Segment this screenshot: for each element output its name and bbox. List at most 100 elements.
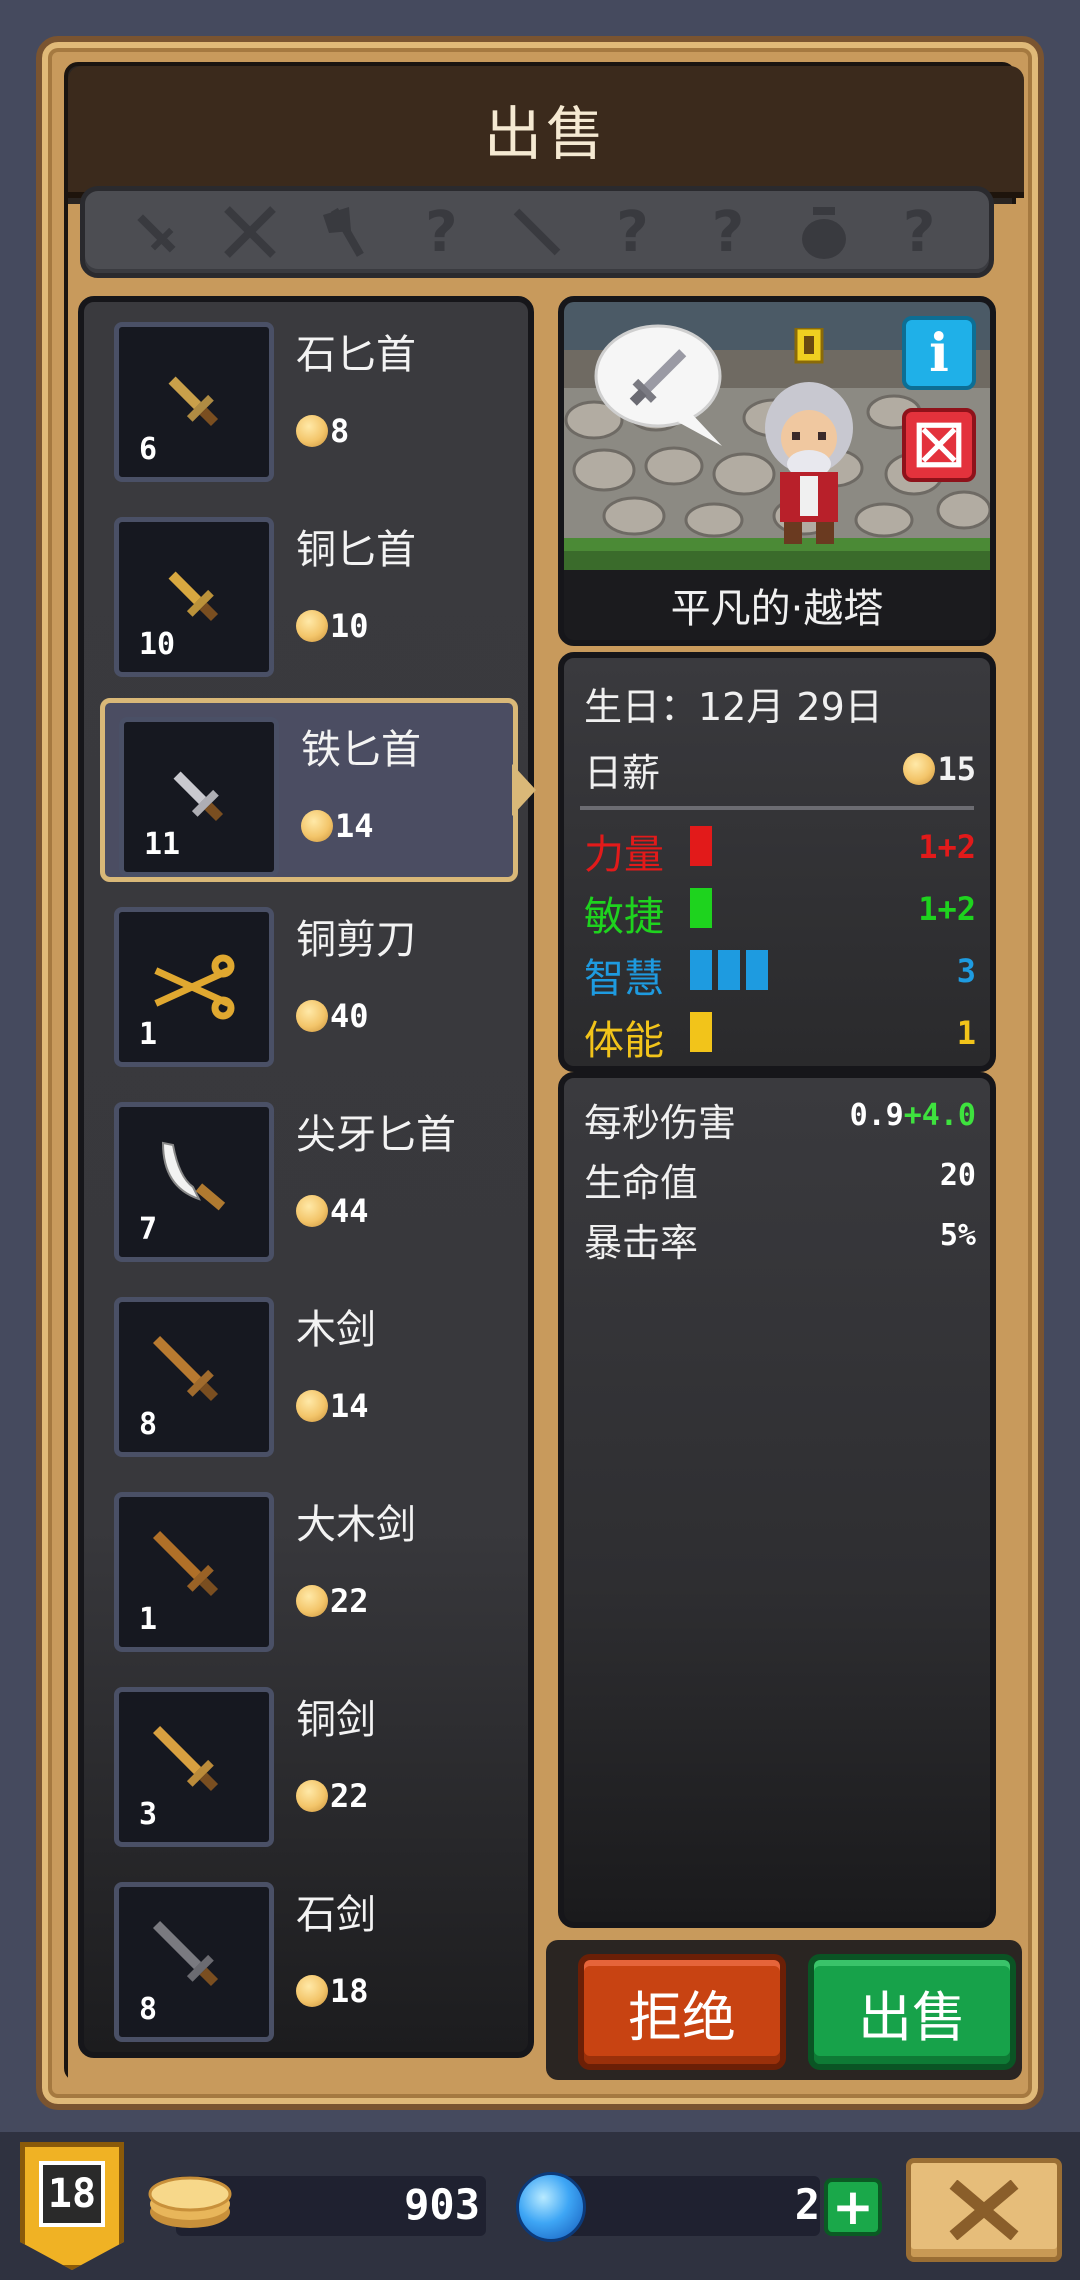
gold-coins-icon <box>148 2176 232 2228</box>
coin-icon <box>296 1975 328 2007</box>
attribute-bar-segment <box>690 826 712 866</box>
sword-icon <box>152 1335 219 1402</box>
stats-divider <box>580 806 974 810</box>
item-name: 木剑 <box>296 1307 376 1353</box>
sword-icon <box>152 1530 219 1597</box>
info-button[interactable]: i <box>902 316 976 390</box>
coin-icon <box>296 1780 328 1812</box>
detail-base-value: 20 <box>939 1158 976 1193</box>
detail-base-value: 0.9 <box>849 1098 904 1133</box>
item-row[interactable]: 3 铜剑 22 <box>84 1667 528 1857</box>
scissors-icon <box>154 954 235 1020</box>
level-badge[interactable]: 18 <box>20 2142 124 2270</box>
wage-label: 日薪 <box>584 751 661 795</box>
item-price-value: 22 <box>330 1777 369 1815</box>
item-row[interactable]: 11 铁匕首 14 <box>100 698 518 882</box>
item-row[interactable]: 1 铜剪刀 40 <box>84 887 528 1077</box>
item-slot: 8 <box>114 1297 274 1457</box>
attribute-row: 力量 1+2 <box>584 822 976 882</box>
sword-icon <box>152 1920 219 1987</box>
dagger-icon[interactable] <box>120 197 190 267</box>
item-price-value: 14 <box>335 807 374 845</box>
reject-button[interactable]: 拒绝 <box>578 1954 786 2070</box>
item-quantity: 6 <box>139 432 158 467</box>
add-gems-button[interactable]: + <box>824 2178 882 2236</box>
detail-row: 暴击率 5% <box>584 1212 976 1268</box>
axe-icon[interactable] <box>311 197 381 267</box>
detail-bonus-value: +4.0 <box>903 1098 976 1133</box>
item-price: 44 <box>296 1192 369 1230</box>
detail-value: 20 <box>940 1158 976 1193</box>
item-slot: 11 <box>119 717 279 877</box>
dagger-icon <box>168 376 219 427</box>
sword-icon <box>152 1725 219 1792</box>
item-row[interactable]: 7 尖牙匕首 44 <box>84 1082 528 1272</box>
item-slot: 10 <box>114 517 274 677</box>
item-name: 铁匕首 <box>301 727 421 773</box>
item-row[interactable]: 10 铜匕首 10 <box>84 497 528 687</box>
item-name: 大木剑 <box>296 1502 416 1548</box>
item-slot: 3 <box>114 1687 274 1847</box>
unknown-category-icon[interactable]: ? <box>884 197 954 267</box>
wage-value: 15 <box>903 750 976 788</box>
item-price: 18 <box>296 1972 369 2010</box>
fang-dagger-icon <box>161 1141 226 1211</box>
speech-bubble-icon <box>594 324 722 446</box>
unknown-category-icon[interactable]: ? <box>693 197 763 267</box>
selection-pointer <box>512 764 536 816</box>
attribute-bar-segment <box>690 950 712 990</box>
item-name: 尖牙匕首 <box>296 1112 456 1158</box>
sword-icon[interactable] <box>215 197 285 267</box>
wage-amount: 15 <box>937 750 976 788</box>
attribute-value: 1+2 <box>918 890 976 928</box>
dialog-title: 出售 <box>483 100 608 168</box>
sell-button[interactable]: 出售 <box>808 1954 1016 2070</box>
hero-stats-panel: 生日：12月 29日 日薪 15 力量 1+2 敏捷 1+2 智慧 3 体能 1 <box>558 652 996 1072</box>
item-name: 石剑 <box>296 1892 376 1938</box>
pot-icon[interactable] <box>789 197 859 267</box>
attribute-bars <box>690 1012 712 1052</box>
attribute-bars <box>690 888 712 928</box>
unknown-category-icon[interactable]: ? <box>598 197 668 267</box>
coin-icon <box>296 1000 328 1032</box>
attribute-row: 敏捷 1+2 <box>584 884 976 944</box>
item-row[interactable]: 8 木剑 14 <box>84 1277 528 1467</box>
item-quantity: 3 <box>139 1797 158 1832</box>
attribute-label: 智慧 <box>584 956 664 1002</box>
crossed-box-icon <box>916 422 962 468</box>
item-name: 铜剑 <box>296 1697 376 1743</box>
item-price: 10 <box>296 607 369 645</box>
coin-icon <box>296 1585 328 1617</box>
item-slot: 1 <box>114 1492 274 1652</box>
attribute-value: 3 <box>956 952 976 990</box>
item-price-value: 40 <box>330 997 369 1035</box>
item-price: 14 <box>301 807 374 845</box>
item-row[interactable]: 1 大木剑 22 <box>84 1472 528 1662</box>
attribute-bar-segment <box>746 950 768 990</box>
detail-row: 生命值 20 <box>584 1152 976 1208</box>
item-price: 40 <box>296 997 369 1035</box>
coin-icon <box>296 1195 328 1227</box>
coin-icon <box>903 753 936 785</box>
item-price: 8 <box>296 412 349 450</box>
close-button[interactable] <box>906 2158 1062 2262</box>
item-list[interactable]: 6 石匕首 8 10 铜匕首 10 11 铁匕首 14 1 铜剪刀 40 7 尖牙匕首 44 8 木剑… <box>78 296 534 2058</box>
item-price-value: 14 <box>330 1387 369 1425</box>
item-quantity: 10 <box>139 627 176 662</box>
attribute-row: 体能 1 <box>584 1008 976 1068</box>
spear-icon[interactable] <box>502 197 572 267</box>
item-price-value: 22 <box>330 1582 369 1620</box>
unknown-category-icon[interactable]: ? <box>406 197 476 267</box>
detail-label: 生命值 <box>584 1161 699 1205</box>
item-row[interactable]: 6 石匕首 8 <box>84 302 528 492</box>
item-quantity: 11 <box>144 827 181 862</box>
item-name: 铜剪刀 <box>296 917 416 963</box>
item-slot: 6 <box>114 322 274 482</box>
attribute-bars <box>690 950 768 990</box>
dismiss-hero-button[interactable] <box>902 408 976 482</box>
hero-name: 平凡的·越塔 <box>670 586 884 632</box>
item-row[interactable]: 8 石剑 18 <box>84 1862 528 2052</box>
level-value: 18 <box>39 2161 105 2227</box>
resource-bar: 18 903 2 + <box>0 2132 1080 2280</box>
attribute-bar-segment <box>690 1012 712 1052</box>
